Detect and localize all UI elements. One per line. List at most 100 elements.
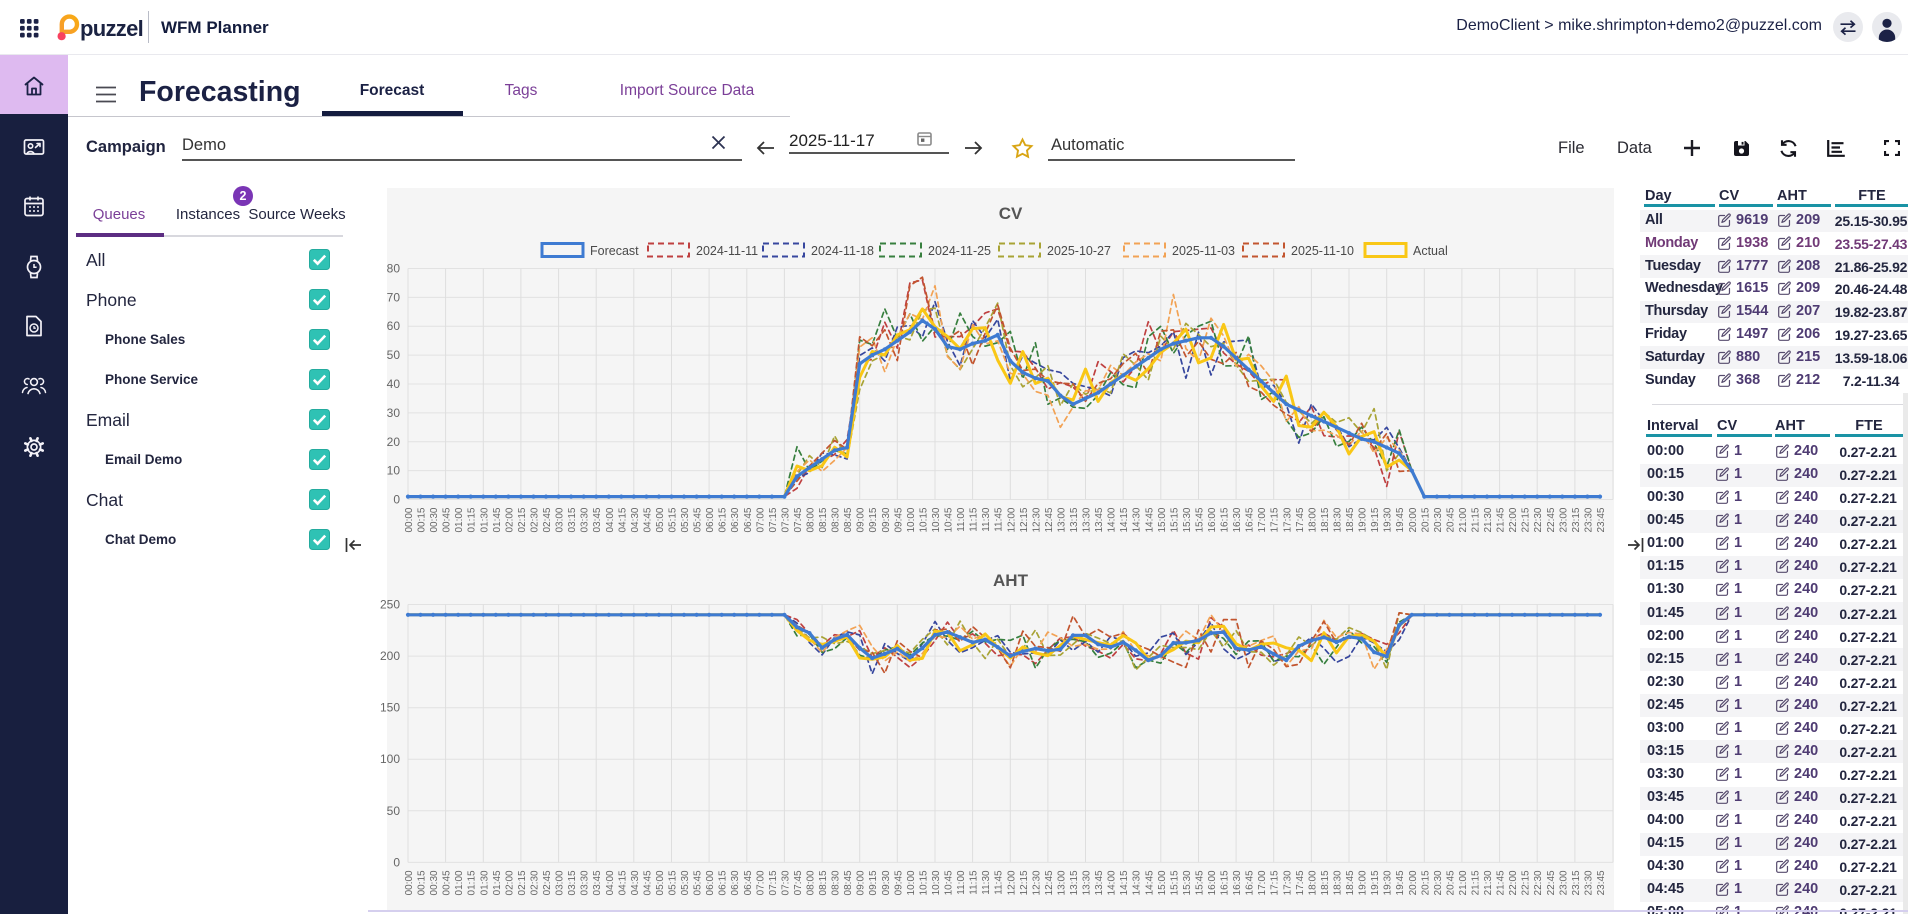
svg-text:02:00: 02:00 xyxy=(504,870,515,895)
svg-text:05:00: 05:00 xyxy=(655,507,666,532)
svg-text:22:30: 22:30 xyxy=(1533,870,1544,895)
svg-text:03:45: 03:45 xyxy=(592,870,603,895)
svg-text:09:00: 09:00 xyxy=(856,507,867,532)
svg-text:11:00: 11:00 xyxy=(956,870,967,895)
svg-text:14:15: 14:15 xyxy=(1119,870,1130,895)
svg-text:04:15: 04:15 xyxy=(617,870,628,895)
svg-text:02:30: 02:30 xyxy=(530,507,541,532)
svg-text:15:00: 15:00 xyxy=(1157,507,1168,532)
svg-text:18:45: 18:45 xyxy=(1345,870,1356,895)
svg-text:17:15: 17:15 xyxy=(1270,507,1281,532)
svg-text:12:00: 12:00 xyxy=(1006,870,1017,895)
svg-text:200: 200 xyxy=(380,649,400,663)
svg-text:16:15: 16:15 xyxy=(1220,507,1231,532)
svg-text:21:45: 21:45 xyxy=(1496,870,1507,895)
svg-text:09:15: 09:15 xyxy=(868,507,879,532)
svg-text:23:15: 23:15 xyxy=(1571,870,1582,895)
svg-text:07:15: 07:15 xyxy=(768,870,779,895)
svg-text:21:30: 21:30 xyxy=(1483,870,1494,895)
svg-text:04:15: 04:15 xyxy=(617,507,628,532)
svg-text:16:00: 16:00 xyxy=(1207,507,1218,532)
svg-text:70: 70 xyxy=(387,290,401,304)
svg-text:08:15: 08:15 xyxy=(818,870,829,895)
svg-text:50: 50 xyxy=(387,348,401,362)
svg-text:50: 50 xyxy=(387,804,401,818)
svg-text:0: 0 xyxy=(393,493,400,507)
svg-text:20:00: 20:00 xyxy=(1408,870,1419,895)
svg-text:10:15: 10:15 xyxy=(918,870,929,895)
svg-text:15:15: 15:15 xyxy=(1169,507,1180,532)
svg-text:16:00: 16:00 xyxy=(1207,870,1218,895)
svg-text:150: 150 xyxy=(380,701,400,715)
svg-text:17:00: 17:00 xyxy=(1257,870,1268,895)
svg-text:04:00: 04:00 xyxy=(605,870,616,895)
svg-text:10:45: 10:45 xyxy=(944,507,955,532)
svg-text:00:15: 00:15 xyxy=(417,507,428,532)
svg-text:00:45: 00:45 xyxy=(442,870,453,895)
svg-text:22:45: 22:45 xyxy=(1546,507,1557,532)
svg-text:15:15: 15:15 xyxy=(1169,870,1180,895)
svg-text:20: 20 xyxy=(387,435,401,449)
svg-text:23:30: 23:30 xyxy=(1583,507,1594,532)
svg-text:13:30: 13:30 xyxy=(1082,507,1093,532)
svg-text:15:45: 15:45 xyxy=(1195,507,1206,532)
svg-text:08:15: 08:15 xyxy=(818,507,829,532)
svg-text:09:30: 09:30 xyxy=(881,870,892,895)
svg-text:19:30: 19:30 xyxy=(1383,870,1394,895)
svg-text:01:15: 01:15 xyxy=(467,870,478,895)
svg-text:19:00: 19:00 xyxy=(1358,507,1369,532)
svg-text:07:00: 07:00 xyxy=(755,507,766,532)
svg-text:20:45: 20:45 xyxy=(1445,870,1456,895)
svg-text:02:00: 02:00 xyxy=(504,507,515,532)
svg-text:07:30: 07:30 xyxy=(780,507,791,532)
svg-text:04:30: 04:30 xyxy=(630,870,641,895)
svg-text:06:15: 06:15 xyxy=(718,507,729,532)
svg-text:12:30: 12:30 xyxy=(1031,507,1042,532)
svg-text:02:30: 02:30 xyxy=(530,870,541,895)
svg-text:11:30: 11:30 xyxy=(981,507,992,532)
svg-text:14:15: 14:15 xyxy=(1119,507,1130,532)
svg-text:12:45: 12:45 xyxy=(1044,870,1055,895)
svg-text:01:45: 01:45 xyxy=(492,870,503,895)
svg-text:19:45: 19:45 xyxy=(1395,507,1406,532)
svg-text:13:45: 13:45 xyxy=(1094,507,1105,532)
svg-text:20:30: 20:30 xyxy=(1433,507,1444,532)
svg-text:11:00: 11:00 xyxy=(956,507,967,532)
svg-text:01:30: 01:30 xyxy=(479,870,490,895)
svg-text:10: 10 xyxy=(387,464,401,478)
svg-text:15:30: 15:30 xyxy=(1182,507,1193,532)
svg-text:10:30: 10:30 xyxy=(931,870,942,895)
svg-text:16:45: 16:45 xyxy=(1245,870,1256,895)
svg-text:2024-11-18: 2024-11-18 xyxy=(811,244,874,258)
svg-text:12:45: 12:45 xyxy=(1044,507,1055,532)
svg-text:12:15: 12:15 xyxy=(1019,507,1030,532)
svg-text:06:00: 06:00 xyxy=(705,870,716,895)
svg-text:11:15: 11:15 xyxy=(969,507,980,532)
svg-text:20:45: 20:45 xyxy=(1445,507,1456,532)
svg-text:17:30: 17:30 xyxy=(1282,870,1293,895)
svg-text:13:00: 13:00 xyxy=(1056,870,1067,895)
svg-text:22:45: 22:45 xyxy=(1546,870,1557,895)
svg-text:03:00: 03:00 xyxy=(555,507,566,532)
svg-text:14:45: 14:45 xyxy=(1144,870,1155,895)
svg-text:13:15: 13:15 xyxy=(1069,870,1080,895)
svg-text:07:00: 07:00 xyxy=(755,870,766,895)
svg-text:09:15: 09:15 xyxy=(868,870,879,895)
svg-text:23:30: 23:30 xyxy=(1583,870,1594,895)
svg-text:16:30: 16:30 xyxy=(1232,870,1243,895)
svg-text:Forecast: Forecast xyxy=(590,244,639,258)
svg-text:19:15: 19:15 xyxy=(1370,870,1381,895)
svg-text:03:00: 03:00 xyxy=(555,870,566,895)
svg-text:18:15: 18:15 xyxy=(1320,507,1331,532)
svg-text:08:00: 08:00 xyxy=(806,507,817,532)
svg-text:09:00: 09:00 xyxy=(856,870,867,895)
svg-text:00:30: 00:30 xyxy=(429,870,440,895)
svg-text:17:15: 17:15 xyxy=(1270,870,1281,895)
svg-text:05:45: 05:45 xyxy=(693,507,704,532)
svg-text:07:15: 07:15 xyxy=(768,507,779,532)
svg-text:13:30: 13:30 xyxy=(1082,870,1093,895)
svg-text:20:30: 20:30 xyxy=(1433,870,1444,895)
svg-text:14:45: 14:45 xyxy=(1144,507,1155,532)
svg-text:2025-11-03: 2025-11-03 xyxy=(1172,244,1235,258)
svg-text:21:30: 21:30 xyxy=(1483,507,1494,532)
